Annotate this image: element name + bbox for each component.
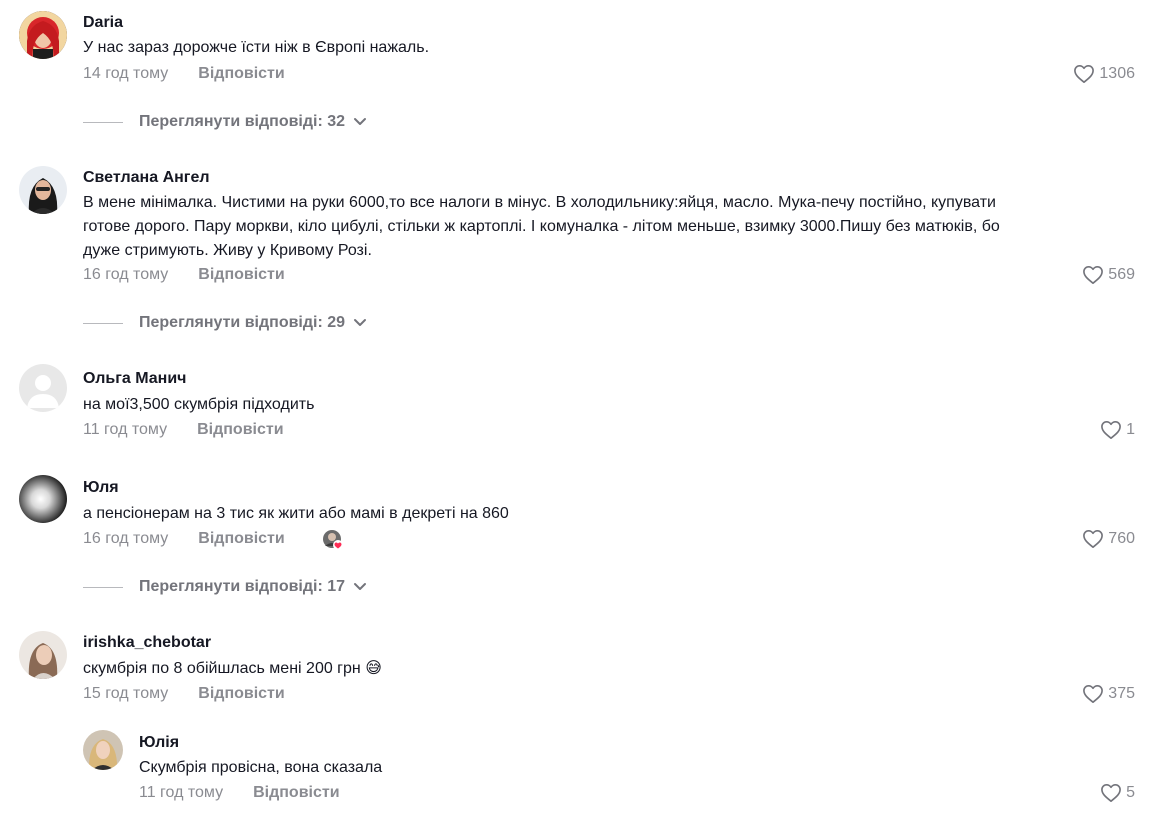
view-replies-button[interactable]: Переглянути відповіді: 32 — [83, 112, 367, 132]
comment-time: 11 год тому — [83, 421, 168, 438]
comment-text-line: готове дорого. Пару моркви, кіло цибулі,… — [83, 218, 1000, 235]
chevron-down-icon — [354, 583, 367, 590]
default-avatar-icon — [19, 364, 67, 412]
avatar[interactable] — [19, 475, 67, 523]
comment-author[interactable]: Юля — [83, 478, 119, 498]
comment-text: Скумбрія провісна, вона сказала — [139, 759, 383, 776]
heart-icon — [1083, 266, 1104, 284]
avatar-image — [83, 730, 123, 770]
creator-avatar-icon — [323, 530, 343, 550]
like-button[interactable]: 569 — [1082, 265, 1135, 285]
avatar-image — [19, 11, 67, 59]
creator-liked-badge — [322, 529, 344, 551]
like-count: 5 — [1126, 784, 1135, 801]
comment-text: а пенсіонерам на 3 тис як жити або мамі … — [83, 505, 509, 522]
chevron-down-icon — [354, 319, 367, 326]
like-count: 569 — [1108, 266, 1135, 283]
like-button[interactable]: 1 — [1100, 420, 1135, 440]
view-replies-label: Переглянути відповіді: 17 — [139, 578, 346, 595]
comment-meta: 16 год тому Відповісти — [83, 265, 285, 285]
avatar[interactable] — [19, 166, 67, 214]
comment-time: 16 год тому — [83, 266, 169, 283]
reply-button[interactable]: Відповісти — [253, 783, 339, 803]
heart-icon — [1074, 65, 1095, 83]
avatar[interactable] — [83, 730, 123, 770]
view-replies-button[interactable]: Переглянути відповіді: 29 — [83, 313, 367, 333]
comment-meta: 15 год тому Відповісти — [83, 684, 285, 704]
like-count: 760 — [1108, 530, 1135, 547]
avatar-image — [19, 631, 67, 679]
comment-meta: 11 год тому Відповісти — [139, 783, 340, 803]
comments-list: Daria У нас зараз дорожче їсти ніж в Євр… — [0, 0, 1151, 823]
like-button[interactable]: 5 — [1100, 783, 1135, 803]
avatar[interactable] — [19, 11, 67, 59]
like-button[interactable]: 375 — [1082, 684, 1135, 704]
comment-text: на мої3,500 скумбрія підходить — [83, 396, 315, 413]
divider-line — [83, 121, 123, 123]
comment-author[interactable]: Юлія — [139, 733, 179, 753]
like-count: 375 — [1108, 685, 1135, 702]
like-button[interactable]: 1306 — [1073, 64, 1135, 84]
like-count: 1 — [1126, 421, 1135, 438]
like-button[interactable]: 760 — [1082, 529, 1135, 549]
comment-text: В мене мінімалка. Чистими на руки 6000,т… — [83, 191, 1123, 263]
comment-meta: 16 год тому Відповісти — [83, 529, 285, 549]
comment-time: 11 год тому — [139, 784, 224, 801]
view-replies-label: Переглянути відповіді: 29 — [139, 314, 346, 331]
avatar-image — [19, 475, 67, 523]
avatar[interactable] — [19, 364, 67, 412]
heart-icon — [1083, 685, 1104, 703]
reply-button[interactable]: Відповісти — [198, 64, 284, 84]
chevron-down-icon — [354, 118, 367, 125]
comment-meta: 11 год тому Відповісти — [83, 420, 284, 440]
comment-time: 16 год тому — [83, 530, 169, 547]
heart-icon — [1083, 530, 1104, 548]
comment-time: 14 год тому — [83, 65, 169, 82]
divider-line — [83, 322, 123, 324]
comment-author[interactable]: Daria — [83, 13, 123, 33]
reply-button[interactable]: Відповісти — [198, 529, 284, 549]
comment-text: скумбрія по 8 обійшлась мені 200 грн 😅 — [83, 660, 382, 677]
comment-text-line: дуже стримують. Живу у Кривому Розі. — [83, 242, 372, 259]
view-replies-button[interactable]: Переглянути відповіді: 17 — [83, 577, 367, 597]
comment-meta: 14 год тому Відповісти — [83, 64, 285, 84]
avatar[interactable] — [19, 631, 67, 679]
view-replies-label: Переглянути відповіді: 32 — [139, 113, 346, 130]
reply-button[interactable]: Відповісти — [198, 265, 284, 285]
comment-time: 15 год тому — [83, 685, 169, 702]
like-count: 1306 — [1099, 65, 1135, 82]
reply-button[interactable]: Відповісти — [197, 420, 283, 440]
heart-icon — [1101, 421, 1122, 439]
avatar-image — [19, 166, 67, 214]
comment-text-line: В мене мінімалка. Чистими на руки 6000,т… — [83, 194, 996, 211]
comment-author[interactable]: Светлана Ангел — [83, 168, 210, 188]
reply-button[interactable]: Відповісти — [198, 684, 284, 704]
comment-author[interactable]: irishka_chebotar — [83, 633, 211, 653]
heart-icon — [1101, 784, 1122, 802]
comment-text: У нас зараз дорожче їсти ніж в Європі на… — [83, 39, 430, 56]
divider-line — [83, 586, 123, 588]
comment-author[interactable]: Ольга Манич — [83, 369, 186, 389]
